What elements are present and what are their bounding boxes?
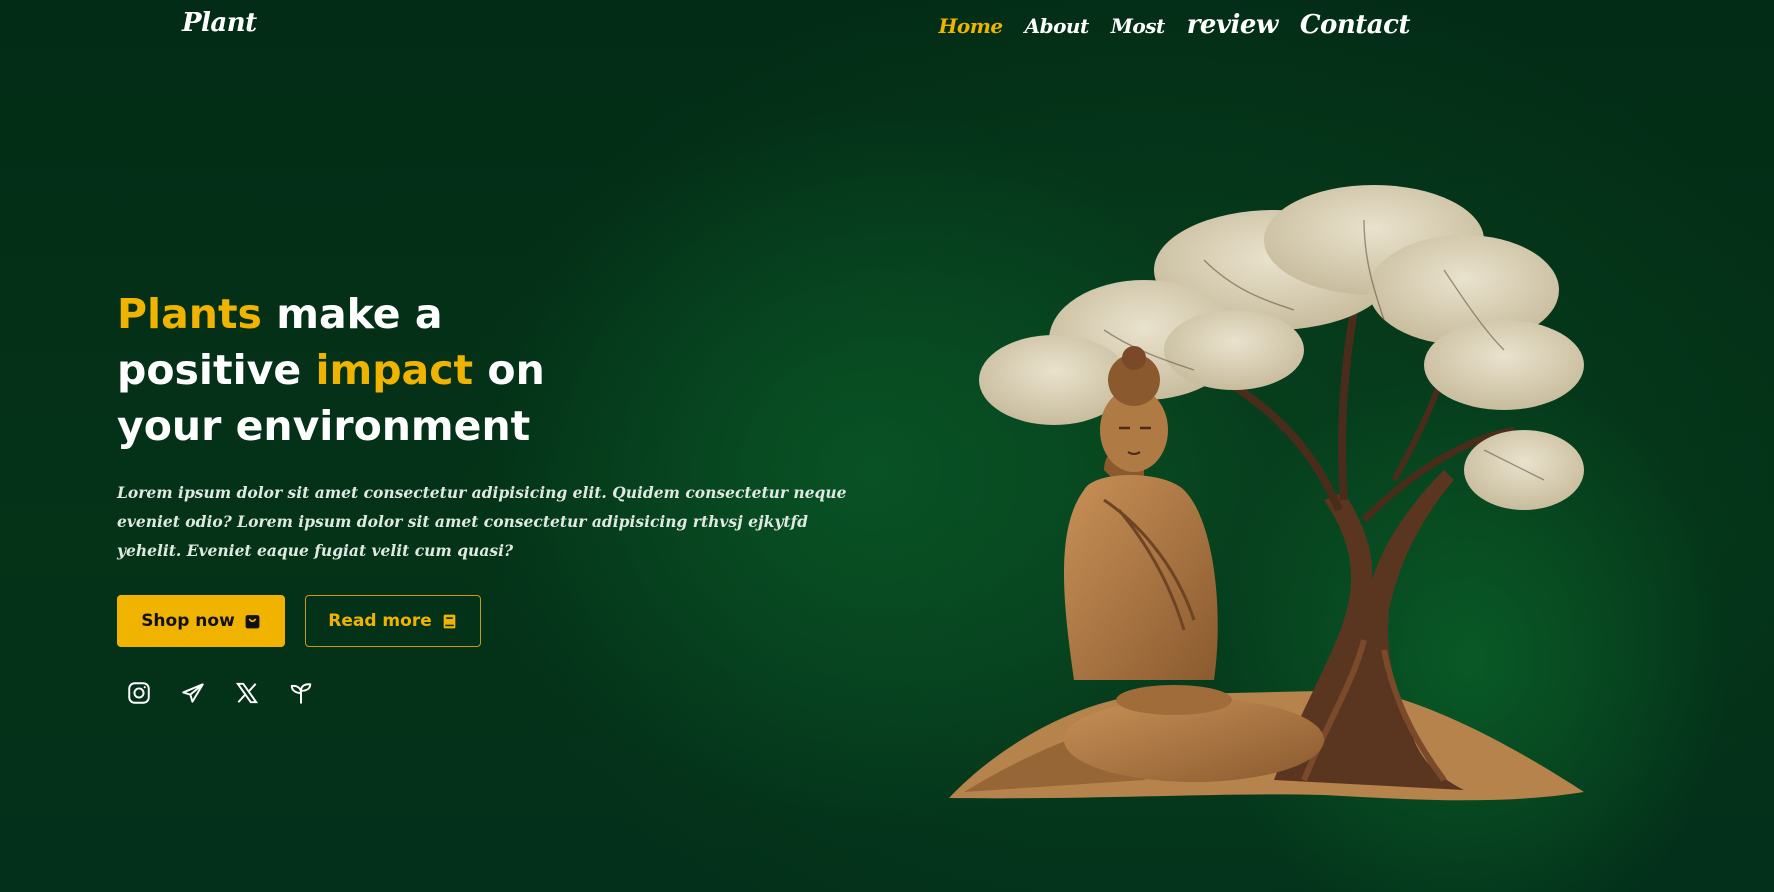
headline-word-impact: impact bbox=[315, 346, 474, 394]
shop-now-label: Shop now bbox=[141, 611, 235, 631]
nav-contact[interactable]: Contact bbox=[1300, 10, 1411, 40]
read-more-button[interactable]: Read more bbox=[305, 595, 481, 647]
shop-now-button[interactable]: Shop now bbox=[117, 595, 285, 647]
telegram-icon bbox=[182, 683, 204, 703]
headline-text-4: your environment bbox=[117, 402, 531, 450]
sprout-link[interactable] bbox=[286, 678, 316, 708]
book-icon bbox=[443, 614, 456, 628]
instagram-link[interactable] bbox=[124, 678, 154, 708]
headline-text-2: positive bbox=[117, 346, 316, 394]
instagram-icon bbox=[128, 682, 150, 704]
site-logo[interactable]: Plant bbox=[182, 8, 257, 38]
headline-text-1: make a bbox=[261, 290, 443, 338]
nav-review[interactable]: review bbox=[1187, 10, 1279, 40]
social-links bbox=[124, 678, 316, 708]
x-link[interactable] bbox=[232, 678, 262, 708]
nav-about[interactable]: About bbox=[1025, 14, 1090, 38]
headline-text-3: on bbox=[473, 346, 545, 394]
telegram-link[interactable] bbox=[178, 678, 208, 708]
hero-description: Lorem ipsum dolor sit amet consectetur a… bbox=[117, 483, 847, 560]
x-icon bbox=[235, 682, 259, 704]
hero-headline: Plants make a positive impact on your en… bbox=[117, 286, 597, 454]
read-more-label: Read more bbox=[328, 611, 432, 631]
sprout-icon bbox=[290, 683, 312, 704]
main-nav: Home About Most review Contact bbox=[938, 10, 1410, 40]
headline-word-plants: Plants bbox=[117, 290, 262, 338]
shopping-bag-icon bbox=[245, 614, 260, 628]
nav-most[interactable]: Most bbox=[1111, 14, 1165, 38]
nav-home[interactable]: Home bbox=[938, 14, 1003, 38]
buddha-tree-illustration bbox=[949, 185, 1584, 801]
